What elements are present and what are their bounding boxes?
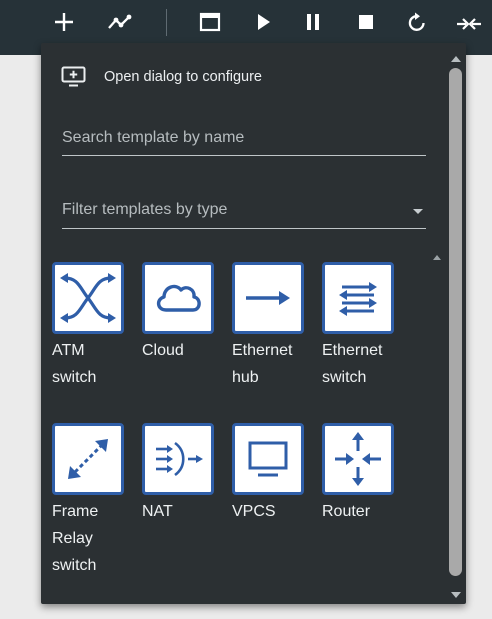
frame-relay-switch-icon (52, 423, 124, 495)
open-dialog-button[interactable]: Open dialog to configure (61, 66, 262, 87)
vpcs-icon (232, 423, 304, 495)
templates-panel: Open dialog to configure Search template… (41, 43, 466, 604)
template-label: VPCS (232, 503, 276, 520)
toolbar-separator (166, 9, 167, 36)
scroll-down-icon[interactable] (451, 592, 461, 598)
template-vpcs[interactable]: VPCS (221, 423, 311, 525)
ethernet-switch-icon (322, 262, 394, 334)
play-icon[interactable] (249, 8, 277, 36)
template-label: NAT (142, 503, 173, 520)
template-label: Ethernet hub (232, 342, 293, 386)
template-cloud[interactable]: Cloud (131, 262, 221, 364)
collapse-icon[interactable] (455, 8, 483, 36)
search-template-input[interactable]: Search template by name (62, 129, 426, 156)
scroll-up-icon[interactable] (451, 56, 461, 62)
search-placeholder: Search template by name (62, 129, 245, 146)
template-nat[interactable]: NAT (131, 423, 221, 525)
router-icon (322, 423, 394, 495)
template-label: Ethernet switch (322, 342, 383, 386)
reload-icon[interactable] (403, 8, 431, 36)
template-label: Router (322, 503, 371, 520)
template-atm-switch[interactable]: ATM switch (41, 262, 131, 391)
template-label: ATM switch (52, 342, 97, 386)
atm-switch-icon (52, 262, 124, 334)
template-frame-relay-switch[interactable]: Frame Relay switch (41, 423, 131, 579)
template-router[interactable]: Router (311, 423, 401, 525)
filter-placeholder: Filter templates by type (62, 201, 228, 218)
add-icon[interactable] (50, 8, 78, 36)
template-label: Frame Relay switch (52, 503, 99, 574)
template-label: Cloud (142, 342, 184, 359)
draw-link-icon[interactable] (106, 8, 134, 36)
filter-template-type-select[interactable]: Filter templates by type (62, 201, 426, 229)
template-ethernet-hub[interactable]: Ethernet hub (221, 262, 311, 391)
ethernet-hub-icon (232, 262, 304, 334)
add-to-screen-icon (61, 66, 86, 87)
open-dialog-label: Open dialog to configure (104, 68, 262, 85)
panel-scrollbar[interactable] (447, 52, 465, 601)
stop-icon[interactable] (352, 8, 380, 36)
template-ethernet-switch[interactable]: Ethernet switch (311, 262, 401, 391)
fullscreen-icon[interactable] (196, 8, 224, 36)
scrollbar-thumb[interactable] (449, 68, 462, 576)
cloud-icon (142, 262, 214, 334)
pause-icon[interactable] (299, 8, 327, 36)
nat-icon (142, 423, 214, 495)
list-scroll-up-icon[interactable] (433, 255, 441, 260)
dropdown-arrow-icon (413, 209, 423, 214)
